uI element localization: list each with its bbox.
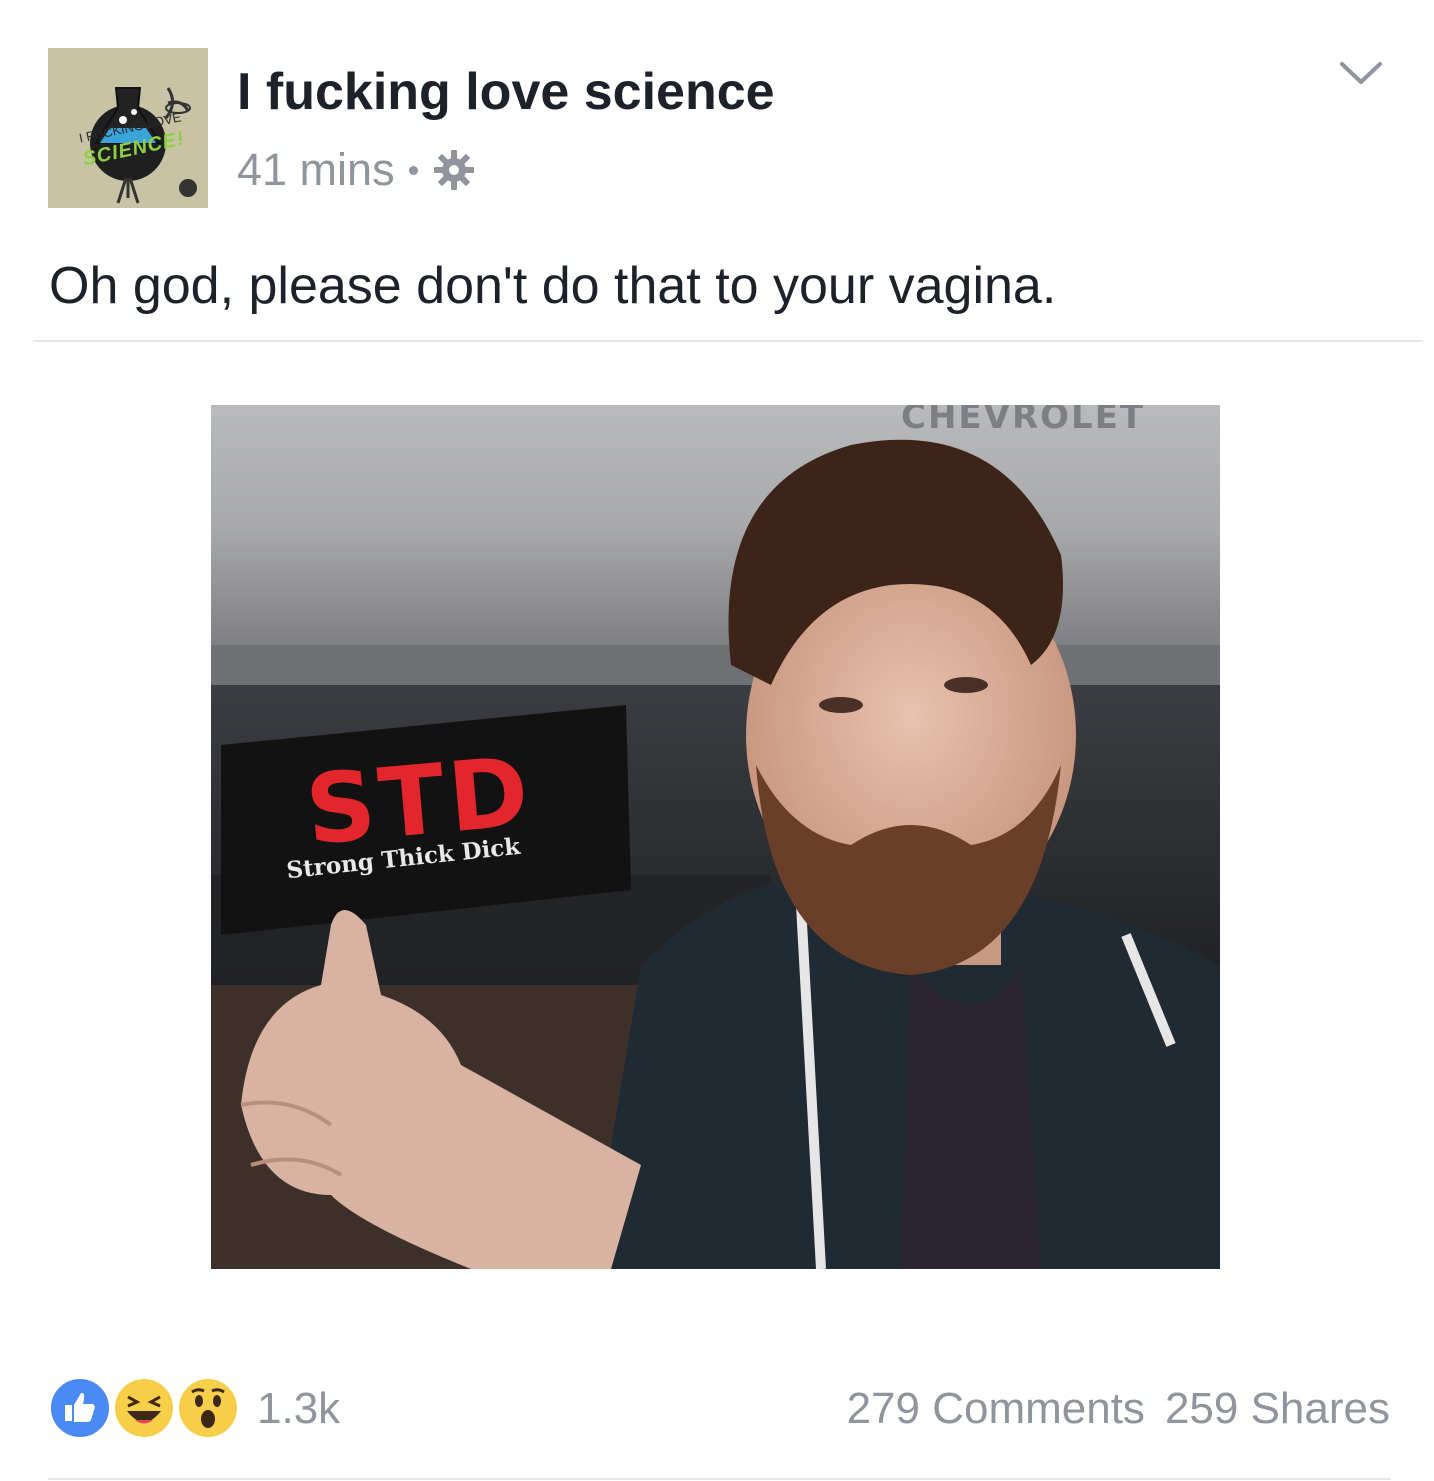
feed-post: I FUCKING LOVE SCIENCE! I fucking love s… — [0, 0, 1434, 1481]
wow-icon — [176, 1376, 240, 1440]
reaction-icons[interactable] — [48, 1376, 248, 1442]
shares-count[interactable]: 259 Shares — [1165, 1384, 1390, 1434]
truck-brand-text: CHEVROLET — [901, 405, 1146, 437]
page-avatar[interactable]: I FUCKING LOVE SCIENCE! — [48, 48, 208, 208]
post-photo[interactable]: CHEVROLET STD Strong Thick Dick — [211, 405, 1220, 1269]
like-icon — [48, 1376, 112, 1440]
haha-icon — [112, 1376, 176, 1440]
post-stats: 279 Comments 259 Shares — [847, 1384, 1390, 1434]
reaction-count[interactable]: 1.3k — [257, 1384, 340, 1434]
post-caption: Oh god, please don't do that to your vag… — [49, 257, 1057, 315]
separator-dot — [408, 165, 418, 175]
page-name-link[interactable]: I fucking love science — [237, 62, 775, 122]
comments-count[interactable]: 279 Comments — [847, 1384, 1145, 1434]
divider — [33, 340, 1423, 342]
footer-divider — [48, 1478, 1391, 1480]
chevron-down-icon[interactable] — [1338, 58, 1384, 88]
post-timestamp[interactable]: 41 mins — [237, 144, 395, 196]
post-meta: 41 mins — [237, 144, 476, 196]
gear-icon[interactable] — [432, 148, 476, 192]
